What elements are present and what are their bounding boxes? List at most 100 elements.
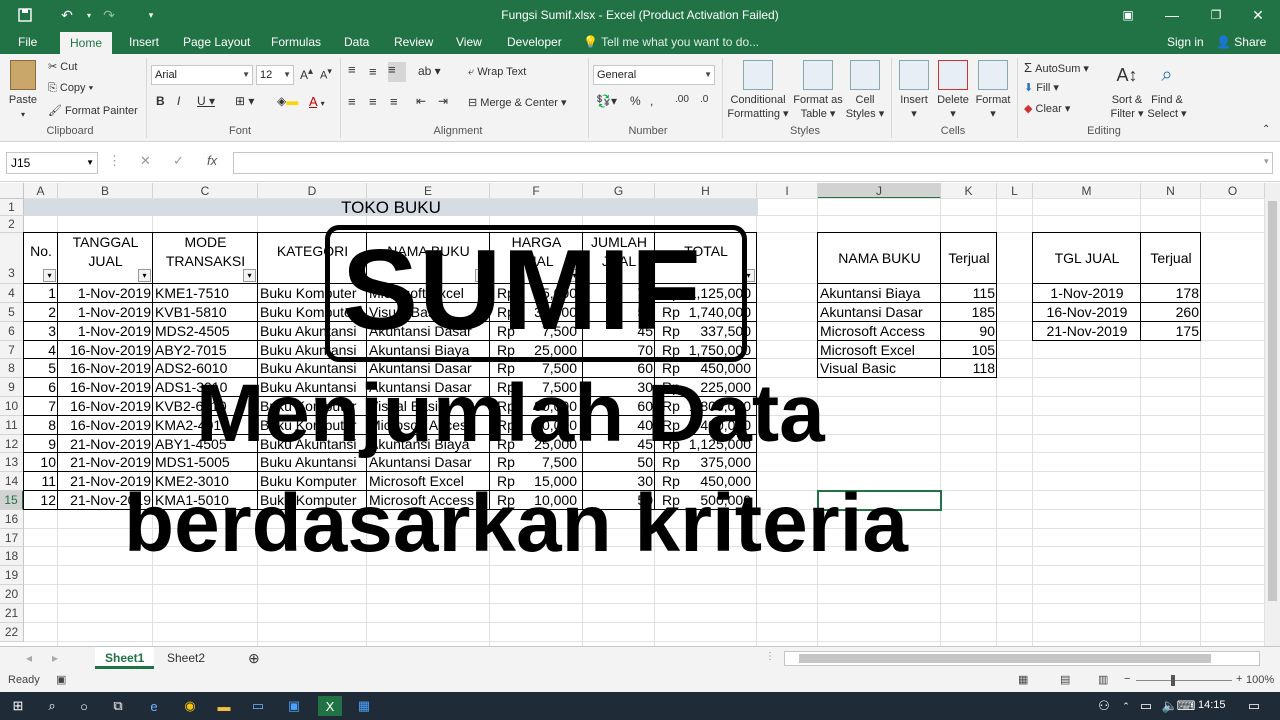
number-format-combo[interactable]: General ▼ <box>593 65 715 85</box>
enter-icon[interactable]: ✓ <box>173 153 184 169</box>
horizontal-scrollbar[interactable] <box>784 651 1260 666</box>
column-header[interactable]: B <box>58 183 153 199</box>
share-button[interactable]: 👤 Share <box>1216 30 1266 54</box>
notifications-icon[interactable]: ▭ <box>1244 696 1264 716</box>
prev-sheet-icon[interactable]: ◂ <box>16 647 42 669</box>
row-header[interactable]: 2 <box>0 216 24 233</box>
cell-styles-button[interactable]: Cell Styles ▾ <box>844 60 886 121</box>
vertical-scrollbar[interactable] <box>1265 183 1280 646</box>
cut-button[interactable]: ✂ Cut <box>48 60 77 73</box>
vertical-scroll-thumb[interactable] <box>1268 201 1277 601</box>
fill-color-icon[interactable]: ◈▬ <box>277 94 298 108</box>
split-handle-icon[interactable]: ⋮ <box>765 651 775 662</box>
add-sheet-icon[interactable]: ⊕ <box>238 647 270 669</box>
orientation-icon[interactable]: ab ▾ <box>418 64 441 78</box>
tab-data[interactable]: Data <box>334 30 379 54</box>
shrink-font-icon[interactable]: A▾ <box>320 66 332 82</box>
normal-view-icon[interactable]: ▦ <box>1018 673 1028 686</box>
grow-font-icon[interactable]: A▴ <box>300 66 313 82</box>
cortana-icon[interactable]: ○ <box>74 696 94 716</box>
bold-button[interactable]: B <box>156 94 165 108</box>
select-all-corner[interactable] <box>0 183 24 199</box>
column-header[interactable]: H <box>655 183 757 199</box>
row-header[interactable]: 9 <box>0 378 24 397</box>
row-header[interactable]: 14 <box>0 472 24 491</box>
tab-view[interactable]: View <box>446 30 492 54</box>
clock[interactable]: 14:15 <box>1198 699 1226 711</box>
column-header[interactable]: A <box>24 183 58 199</box>
tab-file[interactable]: File <box>8 30 47 54</box>
row-header[interactable]: 11 <box>0 416 24 435</box>
next-sheet-icon[interactable]: ▸ <box>42 647 68 669</box>
task-view-icon[interactable]: ⧉ <box>108 696 128 716</box>
column-header[interactable]: D <box>258 183 367 199</box>
font-color-icon[interactable]: A ▾ <box>309 94 325 109</box>
row-header[interactable]: 13 <box>0 453 24 472</box>
row-header[interactable]: 7 <box>0 341 24 359</box>
align-right-icon[interactable]: ≡ <box>390 94 398 109</box>
row-header[interactable]: 4 <box>0 284 24 303</box>
chrome-icon[interactable]: ◉ <box>180 696 200 716</box>
clear-button[interactable]: ◆ Clear ▾ <box>1024 102 1070 115</box>
insert-cells-button[interactable]: Insert ▾ <box>896 60 932 121</box>
font-name-combo[interactable]: Arial ▼ <box>151 65 253 85</box>
format-cells-button[interactable]: Format ▾ <box>974 60 1012 121</box>
row-header[interactable]: 5 <box>0 303 24 322</box>
excel-taskbar-icon[interactable]: X <box>318 696 342 716</box>
page-break-view-icon[interactable]: ▥ <box>1098 673 1108 686</box>
merge-center-button[interactable]: ⊟ Merge & Center ▾ <box>468 96 567 109</box>
column-header[interactable]: N <box>1141 183 1201 199</box>
paste-button[interactable]: Paste ▾ <box>6 60 40 122</box>
minimize-button[interactable]: — <box>1150 0 1194 30</box>
row-header[interactable]: 18 <box>0 547 24 566</box>
row-header[interactable]: 6 <box>0 322 24 341</box>
tray-expand-icon[interactable]: ⌃ <box>1116 696 1136 716</box>
find-select-button[interactable]: ⌕ Find & Select ▾ <box>1146 60 1188 121</box>
name-box[interactable]: J15 ▼ <box>6 152 98 174</box>
zoom-level[interactable]: 100% <box>1246 674 1274 686</box>
zoom-slider[interactable] <box>1136 680 1232 681</box>
row-header[interactable]: 22 <box>0 623 24 642</box>
font-size-combo[interactable]: 12 ▼ <box>256 65 294 85</box>
decrease-indent-icon[interactable]: ⇤ <box>416 94 426 108</box>
row-header[interactable]: 17 <box>0 529 24 547</box>
increase-decimal-icon[interactable]: .00 <box>675 94 689 105</box>
align-left-icon[interactable]: ≡ <box>348 94 356 109</box>
format-as-table-button[interactable]: Format as Table ▾ <box>792 60 844 121</box>
column-header[interactable]: I <box>757 183 818 199</box>
autosum-button[interactable]: Σ AutoSum ▾ <box>1024 60 1089 75</box>
percent-icon[interactable]: % <box>630 94 641 108</box>
expand-formula-icon[interactable]: ▾ <box>1264 156 1269 167</box>
borders-icon[interactable]: ⊞ ▾ <box>235 94 254 108</box>
accounting-icon[interactable]: 💱▾ <box>596 94 617 108</box>
restore-button[interactable]: ❐ <box>1194 0 1238 30</box>
fill-button[interactable]: ⬇ Fill ▾ <box>1024 81 1059 94</box>
network-app-icon[interactable]: ▭ <box>248 696 268 716</box>
ribbon-display-icon[interactable]: ▣ <box>1106 0 1150 30</box>
tab-page-layout[interactable]: Page Layout <box>173 30 260 54</box>
horizontal-scroll-thumb[interactable] <box>799 654 1211 663</box>
zoom-out-icon[interactable]: − <box>1124 673 1130 685</box>
zoom-in-icon[interactable]: + <box>1236 673 1242 685</box>
sheet-tab-sheet1[interactable]: Sheet1 <box>95 647 155 669</box>
column-header[interactable]: J <box>818 183 941 199</box>
row-header[interactable]: 3 <box>0 233 24 284</box>
cancel-icon[interactable]: ✕ <box>140 153 151 169</box>
row-header[interactable]: 19 <box>0 566 24 585</box>
app-taskbar-icon[interactable]: ▦ <box>354 696 374 716</box>
network-icon[interactable]: ▭ <box>1136 696 1156 716</box>
page-layout-view-icon[interactable]: ▤ <box>1060 673 1070 686</box>
column-header[interactable]: K <box>941 183 997 199</box>
formula-input[interactable] <box>233 152 1273 174</box>
tab-insert[interactable]: Insert <box>119 30 169 54</box>
sheet-tab-sheet2[interactable]: Sheet2 <box>157 647 215 669</box>
row-header[interactable]: 21 <box>0 604 24 623</box>
sort-filter-button[interactable]: A↕ Sort & Filter ▾ <box>1106 60 1148 121</box>
align-bottom-icon[interactable]: ≡ <box>388 62 406 82</box>
macro-record-icon[interactable]: ▣ <box>56 673 66 686</box>
row-header[interactable]: 8 <box>0 359 24 378</box>
align-center-icon[interactable]: ≡ <box>369 94 377 109</box>
align-top-icon[interactable]: ≡ <box>348 62 356 77</box>
row-header[interactable]: 1 <box>0 199 24 216</box>
increase-indent-icon[interactable]: ⇥ <box>438 94 448 108</box>
